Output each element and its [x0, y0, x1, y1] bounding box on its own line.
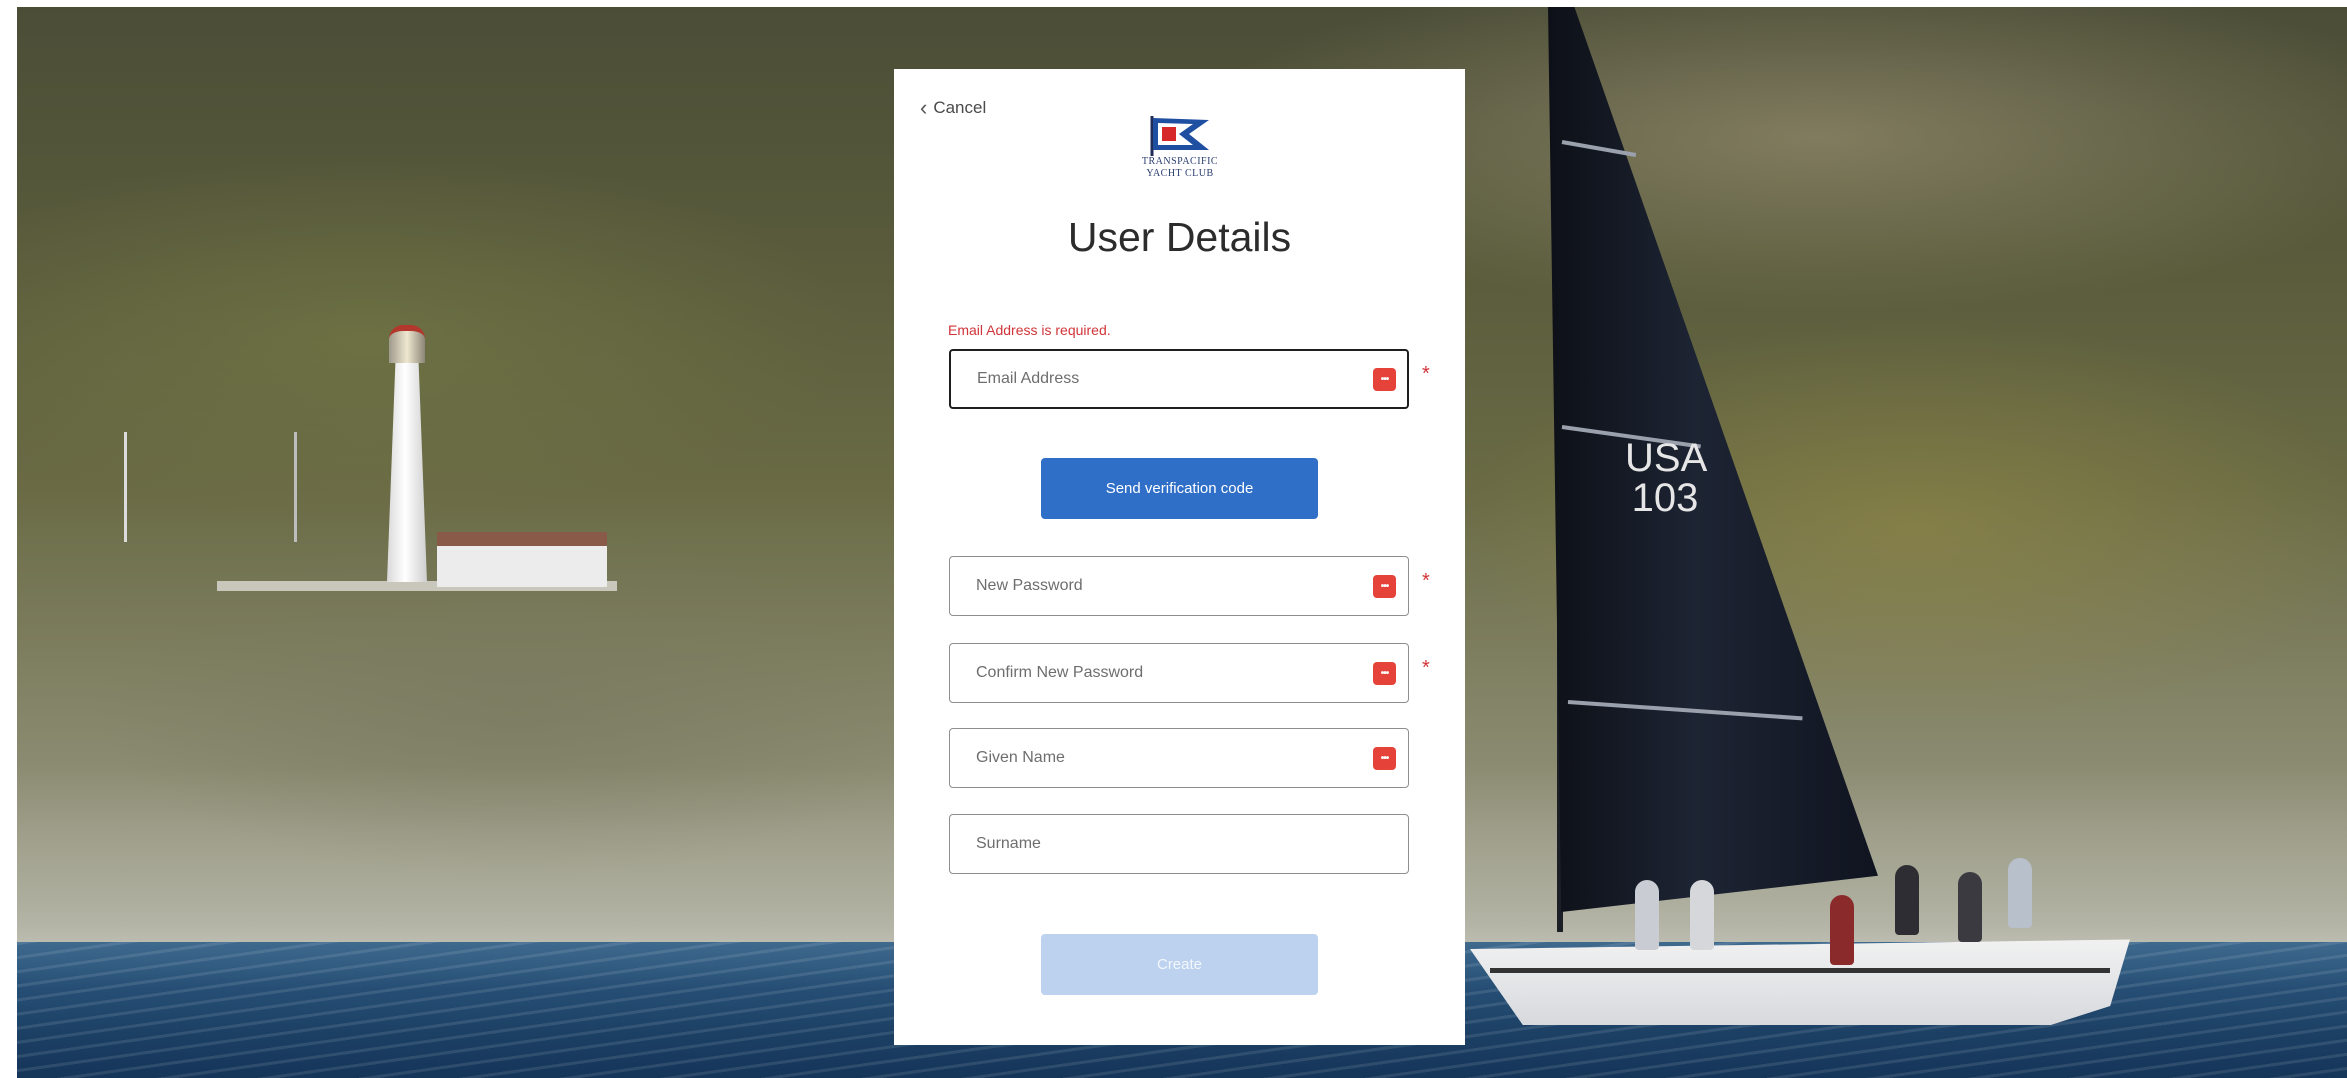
chevron-left-icon: ‹ [920, 95, 928, 120]
lighthouse-lamp [389, 325, 425, 363]
sail-number: USA 103 [1625, 436, 1708, 520]
lighthouse-keeper-house [437, 532, 607, 587]
crew-member [1958, 872, 1982, 942]
page-title: User Details [1067, 214, 1292, 260]
send-verification-code-button[interactable]: Send verification code [1041, 458, 1318, 519]
new-password-field[interactable] [949, 556, 1409, 616]
crew-member [1635, 880, 1659, 950]
crew-member [1830, 895, 1854, 965]
club-logo: Transpacific Yacht Club [1118, 114, 1242, 199]
cancel-link[interactable]: ‹ Cancel [920, 97, 986, 119]
crew-member [2008, 858, 2032, 928]
surname-row [949, 814, 1469, 876]
confirm-password-row: ••• * [949, 643, 1469, 705]
crew-member [1895, 865, 1919, 935]
email-error-message: Email Address is required. [948, 322, 1111, 338]
create-button[interactable]: Create [1041, 934, 1318, 995]
sail-number-line1: USA [1625, 436, 1708, 480]
logo-line1: Transpacific [1141, 156, 1219, 167]
given-name-field[interactable] [949, 728, 1409, 788]
cancel-label: Cancel [933, 98, 987, 117]
flagpole [294, 432, 297, 542]
password-manager-icon[interactable]: ••• [1373, 747, 1396, 770]
logo-line2: Yacht Club [1146, 168, 1214, 179]
sign-up-card: ‹ Cancel Transpacific Yacht Club User De… [894, 69, 1465, 1045]
email-field[interactable] [949, 349, 1409, 409]
confirm-password-field[interactable] [949, 643, 1409, 703]
email-row: ••• * [949, 349, 1469, 411]
hull-stripe [1490, 968, 2110, 973]
lighthouse-tower [387, 352, 427, 582]
password-manager-icon[interactable]: ••• [1373, 662, 1396, 685]
sail-number-line2: 103 [1631, 476, 1699, 520]
password-manager-icon[interactable]: ••• [1373, 368, 1396, 391]
required-marker: * [1422, 657, 1430, 679]
surname-field[interactable] [949, 814, 1409, 874]
given-name-row: ••• [949, 728, 1469, 790]
new-password-row: ••• * [949, 556, 1469, 618]
crew-member [1690, 880, 1714, 950]
password-manager-icon[interactable]: ••• [1373, 575, 1396, 598]
required-marker: * [1422, 570, 1430, 592]
burgee-flag-icon [1150, 116, 1209, 156]
required-marker: * [1422, 363, 1430, 385]
flagpole [124, 432, 127, 542]
